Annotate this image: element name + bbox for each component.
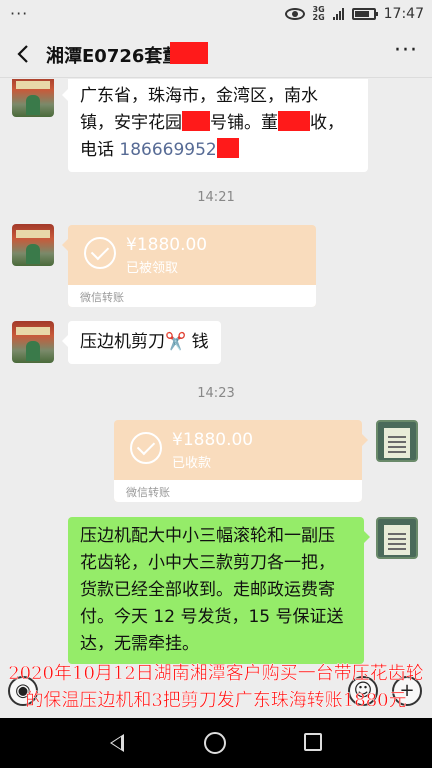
redaction-block — [170, 42, 208, 64]
my-avatar[interactable] — [376, 517, 418, 559]
notification-dots: ··· — [10, 4, 29, 23]
nav-recents-icon[interactable] — [304, 733, 322, 751]
transfer-footer: 微信转账 — [114, 480, 362, 502]
caption-line: 的保温压边机和3把剪刀发广东珠海转账1880元 — [25, 690, 407, 711]
check-circle-icon — [84, 237, 116, 269]
reply-message[interactable]: 压边机配大中小三幅滚轮和一副压 花齿轮，小中大三款剪刀各一把， 货款已经全部收到… — [68, 517, 370, 664]
redaction-block — [278, 111, 310, 131]
message-text: 镇，安宇花园 号铺。董 收， — [80, 111, 344, 133]
redaction-block — [216, 138, 239, 158]
message-text: 货款已经全部收到。走邮政运费寄 — [80, 580, 335, 600]
signal-icon — [332, 8, 344, 20]
network-bottom-label: 2G — [312, 13, 325, 22]
address-message[interactable]: 广东省，珠海市，金湾区，南水 镇，安宇花园 号铺。董 收， 电话 186669952 — [62, 79, 368, 172]
transfer-amount: ¥1880.00 — [172, 430, 254, 450]
scissors-message[interactable]: 压边机剪刀✂️ 钱 — [62, 321, 221, 364]
system-nav-bar — [0, 718, 432, 768]
transfer-status: 已收款 — [172, 456, 212, 471]
redaction-block — [182, 111, 210, 131]
message-text: 花齿轮，小中大三款剪刀各一把， — [80, 553, 335, 573]
phone-link[interactable]: 186669952 — [119, 140, 216, 160]
transfer-card[interactable]: ¥1880.00 已收款 微信转账 — [114, 420, 368, 502]
message-text: 压边机配大中小三幅滚轮和一副压 — [80, 526, 335, 546]
eye-comfort-icon — [284, 8, 305, 20]
contact-avatar[interactable] — [12, 321, 54, 363]
status-bar: ··· 3G 2G 17:47 — [0, 0, 432, 30]
my-avatar[interactable] — [376, 420, 418, 462]
contact-avatar[interactable] — [12, 224, 54, 266]
clock: 17:47 — [383, 6, 424, 22]
message-list[interactable]: 广东省，珠海市，金湾区，南水 镇，安宇花园 号铺。董 收， 电话 186669952… — [0, 79, 432, 719]
nav-home-icon[interactable] — [204, 732, 226, 754]
caption-line: 2020年10月12日湖南湘潭客户购买一台带压花齿轮 — [8, 663, 424, 684]
status-icons: 3G 2G 17:47 — [284, 6, 424, 22]
message-text: 达，无需牵挂。 — [80, 634, 199, 654]
network-type: 3G 2G — [313, 6, 325, 22]
transfer-amount: ¥1880.00 — [126, 235, 208, 255]
watermark-caption: 2020年10月12日湖南湘潭客户购买一台带压花齿轮 的保温压边机和3把剪刀发广… — [0, 660, 432, 716]
battery-icon — [351, 8, 378, 20]
check-circle-icon — [130, 432, 162, 464]
chat-header: 湘潭E0726套董 ··· — [0, 30, 432, 78]
transfer-card[interactable]: ¥1880.00 已被领取 微信转账 — [62, 225, 316, 307]
timestamp: 14:23 — [197, 386, 235, 401]
contact-avatar[interactable] — [12, 79, 54, 117]
more-options-icon[interactable]: ··· — [394, 38, 418, 63]
message-text: 广东省，珠海市，金湾区，南水 — [80, 86, 318, 106]
transfer-status: 已被领取 — [126, 261, 179, 276]
timestamp: 14:21 — [197, 190, 235, 205]
transfer-footer: 微信转账 — [68, 285, 316, 307]
message-text: 电话 186669952 — [80, 137, 356, 164]
nav-back-icon[interactable] — [110, 734, 124, 752]
back-arrow-icon[interactable] — [12, 42, 36, 66]
chat-title: 湘潭E0726套董 — [46, 46, 181, 67]
message-text: 付。今天 12 号发货，15 号保证送 — [80, 607, 344, 627]
